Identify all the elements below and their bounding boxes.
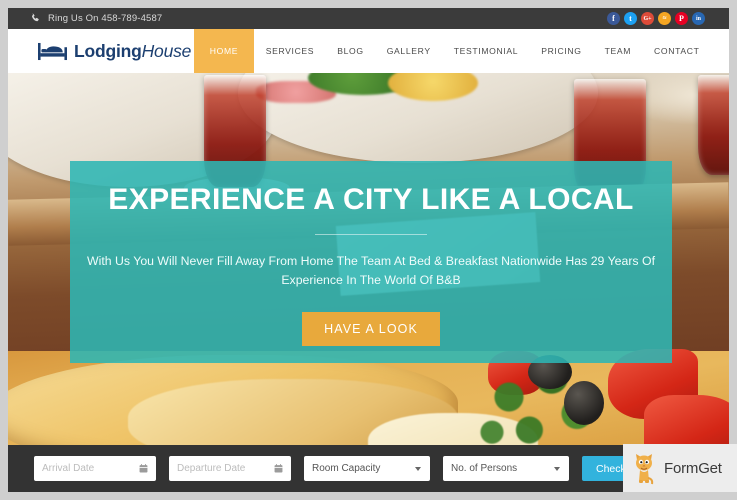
screenshot-root: Ring Us On 458-789-4587 f t G+ ≈ P in Lo…	[0, 0, 737, 500]
arrival-date-placeholder: Arrival Date	[42, 463, 95, 474]
twitter-icon[interactable]: t	[624, 12, 637, 25]
logo-text-italic: House	[141, 40, 192, 61]
calendar-icon	[139, 464, 148, 473]
nav-item-contact[interactable]: CONTACT	[643, 29, 711, 73]
google-plus-icon[interactable]: G+	[641, 12, 654, 25]
nav-item-blog[interactable]: BLOG	[326, 29, 375, 73]
phone-number-text: Ring Us On 458-789-4587	[48, 13, 163, 24]
hero-title: EXPERIENCE A CITY LIKE A LOCAL	[108, 183, 634, 216]
cat-mascot-icon	[636, 454, 654, 485]
nav-item-home[interactable]: HOME	[193, 29, 255, 73]
bread-and-vegetables-photo	[8, 349, 729, 453]
social-links: f t G+ ≈ P in	[607, 12, 721, 25]
chevron-down-icon	[554, 466, 560, 471]
nav-item-services[interactable]: SERVICES	[254, 29, 326, 73]
pinterest-icon[interactable]: P	[675, 12, 688, 25]
hero-subtitle: With Us You Will Never Fill Away From Ho…	[86, 252, 656, 290]
hero-divider	[315, 234, 427, 235]
logo-text: LodgingHouse	[74, 41, 191, 62]
phone-icon	[30, 13, 41, 24]
hero-overlay-panel: EXPERIENCE A CITY LIKE A LOCAL With Us Y…	[70, 161, 672, 363]
main-navigation: HOME SERVICES BLOG GALLERY TESTIMONIAL P…	[193, 29, 729, 73]
have-a-look-button[interactable]: HAVE A LOOK	[302, 312, 440, 347]
olive	[564, 381, 604, 425]
facebook-icon[interactable]: f	[607, 12, 620, 25]
persons-select[interactable]: No. of Persons	[443, 456, 569, 481]
site-logo[interactable]: LodgingHouse	[8, 29, 191, 73]
linkedin-icon[interactable]: in	[692, 12, 705, 25]
nav-item-pricing[interactable]: PRICING	[530, 29, 593, 73]
arrival-date-input[interactable]: Arrival Date	[34, 456, 156, 481]
nav-item-gallery[interactable]: GALLERY	[375, 29, 442, 73]
watermark-label: FormGet	[664, 459, 722, 477]
chevron-down-icon	[415, 466, 421, 471]
room-capacity-value: Room Capacity	[312, 463, 381, 474]
tea-glass	[698, 75, 729, 175]
persons-value: No. of Persons	[451, 463, 518, 474]
calendar-icon	[274, 464, 283, 473]
rss-icon[interactable]: ≈	[658, 12, 671, 25]
formget-watermark: FormGet	[623, 444, 737, 492]
departure-date-placeholder: Departure Date	[177, 463, 246, 474]
hero-subtitle-line-1: With Us You Will Never Fill Away From Ho…	[87, 254, 639, 268]
departure-date-input[interactable]: Departure Date	[169, 456, 291, 481]
room-capacity-select[interactable]: Room Capacity	[304, 456, 430, 481]
nav-item-team[interactable]: TEAM	[593, 29, 642, 73]
contact-info: Ring Us On 458-789-4587	[30, 13, 162, 24]
top-utility-bar: Ring Us On 458-789-4587 f t G+ ≈ P in	[8, 8, 729, 29]
booking-search-bar: Arrival Date Departure Date Room Capacit…	[8, 445, 729, 492]
nav-item-testimonial[interactable]: TESTIMONIAL	[442, 29, 529, 73]
bed-icon	[38, 42, 67, 60]
site-header: LodgingHouse HOME SERVICES BLOG GALLERY …	[8, 29, 729, 73]
hero-section: EXPERIENCE A CITY LIKE A LOCAL With Us Y…	[8, 73, 729, 453]
logo-text-bold: Lodging	[74, 40, 142, 61]
website-page: Ring Us On 458-789-4587 f t G+ ≈ P in Lo…	[8, 8, 729, 492]
